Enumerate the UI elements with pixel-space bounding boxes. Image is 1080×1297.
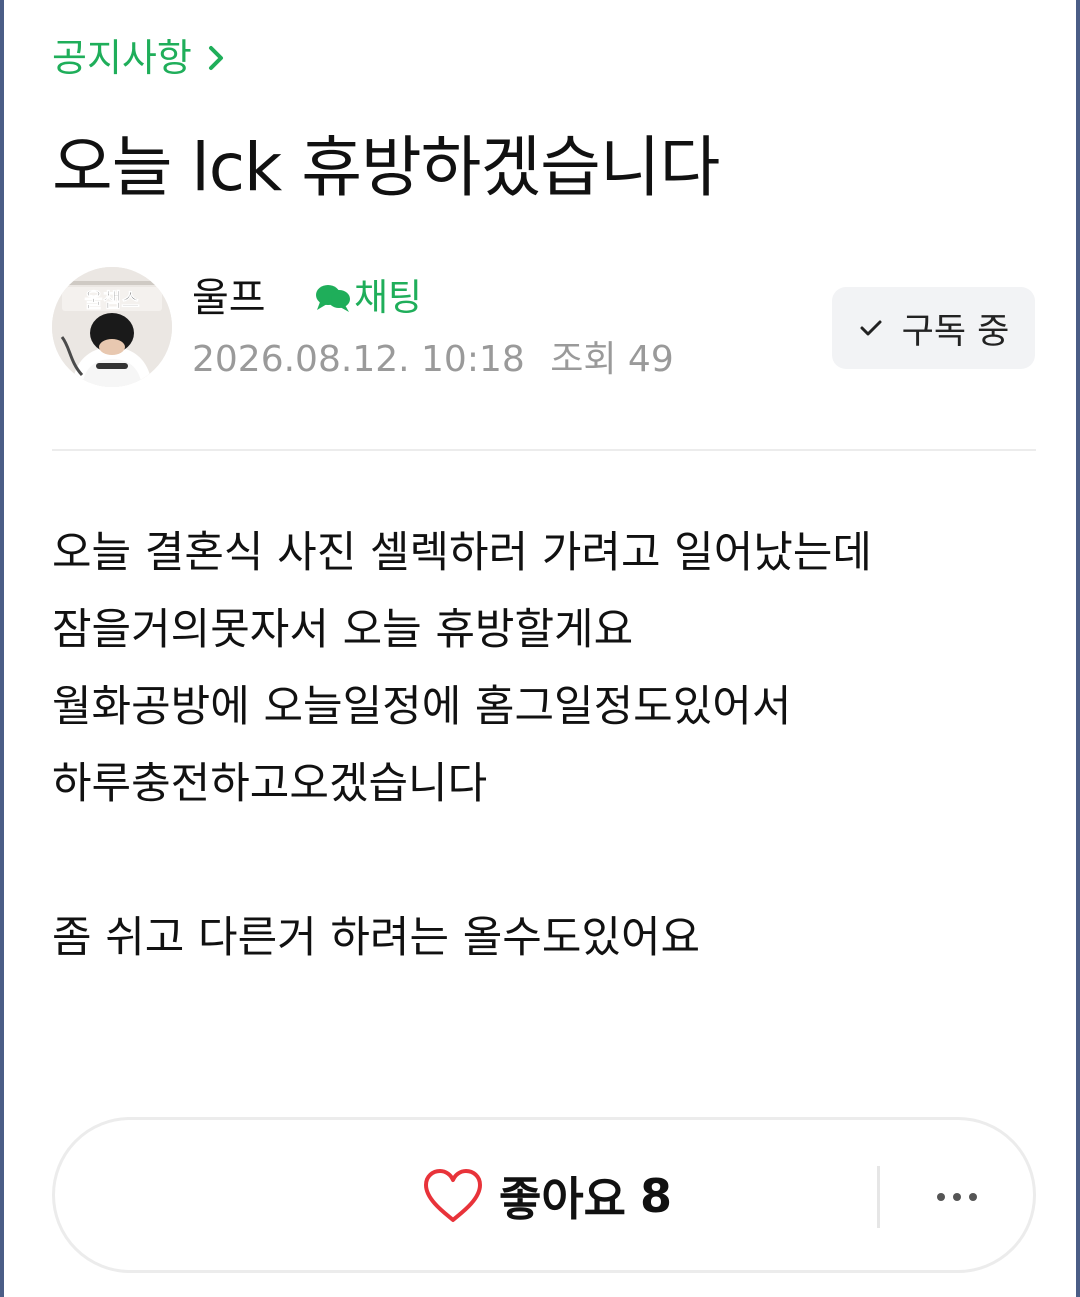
body-line: 좀 쉬고 다른거 하려는 올수도있어요 xyxy=(52,913,701,963)
check-icon xyxy=(860,320,882,336)
views-label: 조회 xyxy=(550,339,617,380)
like-button[interactable]: 좋아요 8 xyxy=(421,1156,672,1236)
more-dots-icon xyxy=(937,1193,977,1201)
avatar-image: 울챔스 xyxy=(52,267,172,387)
heart-outline-icon xyxy=(424,1169,482,1222)
body-line: 월화공방에 오늘일정에 홈그일정도있어서 xyxy=(52,682,792,732)
views-count: 49 xyxy=(627,339,674,380)
chat-label: 채팅 xyxy=(354,276,423,319)
subscribe-label: 구독 중 xyxy=(901,311,1010,352)
like-count: 8 xyxy=(639,1169,672,1223)
more-button[interactable] xyxy=(921,1172,993,1222)
body-line: 오늘 결혼식 사진 셀렉하러 가려고 일어났는데 xyxy=(52,528,872,578)
body-blank-line xyxy=(52,823,1032,900)
like-label: 좋아요 xyxy=(499,1172,626,1226)
body-line: 하루충전하고오겠습니다 xyxy=(52,759,488,809)
author-name[interactable]: 울프 xyxy=(192,270,266,326)
subscribe-button[interactable]: 구독 중 xyxy=(832,287,1035,369)
post-page: 공지사항 오늘 lck 휴방하겠습니다 울챔스 울프 채팅 2026.08.12… xyxy=(0,0,1080,1297)
board-link[interactable]: 공지사항 xyxy=(52,30,228,86)
action-divider xyxy=(877,1166,880,1228)
avatar[interactable]: 울챔스 xyxy=(52,267,172,387)
chevron-right-icon xyxy=(208,46,223,70)
board-name: 공지사항 xyxy=(52,36,192,80)
chat-button[interactable]: 채팅 xyxy=(314,272,422,324)
chat-bubble-icon xyxy=(316,285,350,312)
post-body: 오늘 결혼식 사진 셀렉하러 가려고 일어났는데 잠을거의못자서 오늘 휴방할게… xyxy=(52,515,1032,977)
header-divider xyxy=(52,449,1036,451)
body-line: 잠을거의못자서 오늘 휴방할게요 xyxy=(52,605,634,655)
post-title: 오늘 lck 휴방하겠습니다 xyxy=(52,129,720,206)
action-bar: 좋아요 8 xyxy=(52,1117,1036,1273)
post-date: 2026.08.12. 10:18 xyxy=(192,339,525,380)
avatar-badge-text: 울챔스 xyxy=(84,288,139,312)
post-meta: 2026.08.12. 10:18 조회 49 xyxy=(192,336,674,384)
